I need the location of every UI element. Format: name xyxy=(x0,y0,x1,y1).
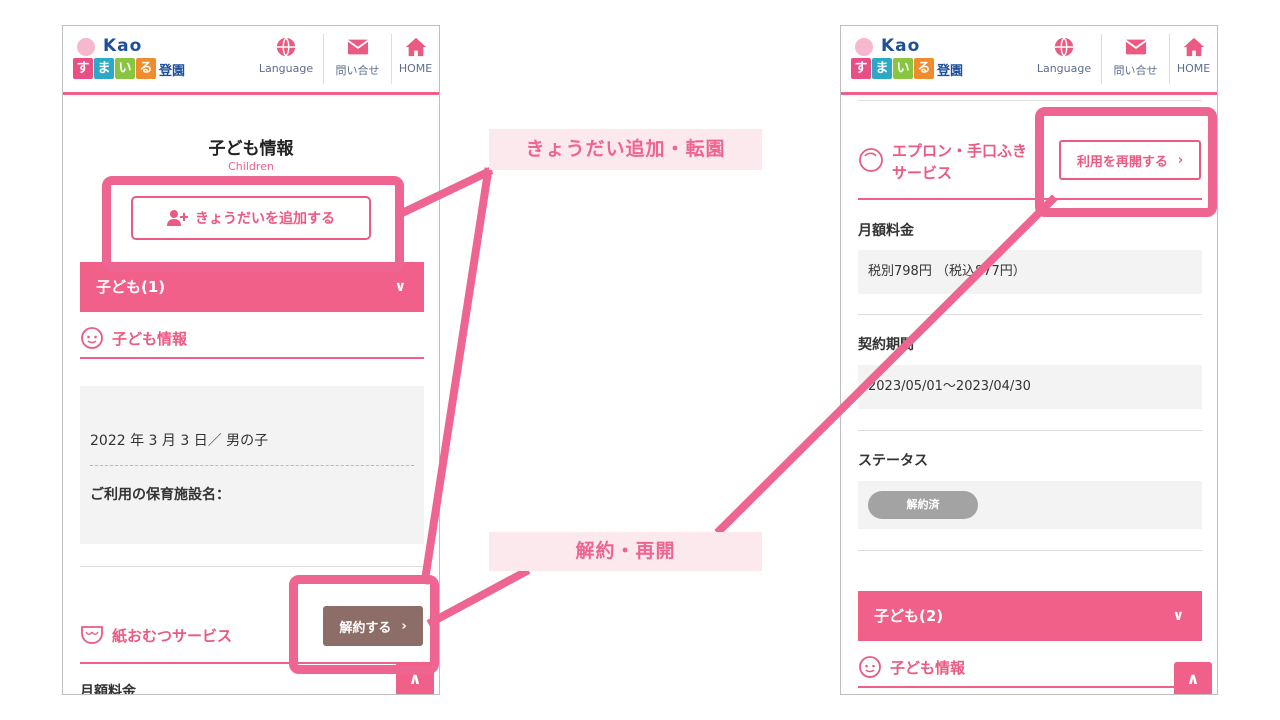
divider xyxy=(858,100,1202,101)
facility-label: ご利用の保育施設名： xyxy=(90,487,230,503)
child-details-box: 2022 年 3 月 3 日／ 男の子 ご利用の保育施設名： xyxy=(80,386,424,544)
globe-icon xyxy=(1054,37,1074,57)
nav-contact[interactable]: 問い合せ xyxy=(1101,34,1169,84)
logo-block: い xyxy=(893,58,913,79)
resume-service-button[interactable]: 利用を再開する › xyxy=(1059,140,1201,180)
logo-block: る xyxy=(914,58,934,79)
status-label: ステータス xyxy=(858,453,928,469)
contract-period-value: 2023/05/01～2023/04/30 xyxy=(858,365,1202,409)
logo-kao: Kao xyxy=(103,36,143,56)
cancel-contract-label: 解約する xyxy=(339,620,392,636)
add-user-icon xyxy=(167,210,188,226)
logo-block: い xyxy=(115,58,135,79)
child-info-heading-label: 子ども情報 xyxy=(112,329,188,348)
divider xyxy=(858,550,1202,551)
header-nav: Language 問い合せ HOME xyxy=(249,34,439,84)
left-phone-screen: Kao す ま い る 登園 Language 問い合せ HOME 子ども情報 … xyxy=(62,25,440,695)
bunny-icon xyxy=(855,38,873,56)
logo-blocks: す ま い る xyxy=(851,58,934,79)
nav-label: HOME xyxy=(1176,62,1211,75)
app-header: Kao す ま い る 登園 Language 問い合せ HOME xyxy=(63,26,439,95)
page-subtitle: Children xyxy=(228,160,274,173)
monthly-fee-label: 月額料金 xyxy=(80,684,136,695)
resume-service-label: 利用を再開する xyxy=(1076,154,1168,170)
contract-period-label: 契約期間 xyxy=(858,337,914,353)
logo-kao: Kao xyxy=(881,36,921,56)
nav-label: 問い合せ xyxy=(1113,64,1158,77)
logo-block: す xyxy=(73,58,93,79)
baby-face-icon xyxy=(859,656,881,678)
cancel-contract-button[interactable]: 解約する › xyxy=(323,606,423,646)
status-badge: 解約済 xyxy=(868,491,978,519)
monthly-fee-label: 月額料金 xyxy=(858,223,914,239)
divider xyxy=(90,465,414,466)
nav-label: Language xyxy=(1036,62,1092,75)
divider xyxy=(858,430,1202,431)
nav-label: HOME xyxy=(398,62,433,75)
scroll-top-button[interactable]: ∧ xyxy=(396,662,434,694)
child-info-heading: 子ども情報 xyxy=(858,648,1202,688)
add-sibling-label: きょうだいを追加する xyxy=(195,211,335,227)
child-info-heading: 子ども情報 xyxy=(80,319,424,359)
brand-logo[interactable]: Kao す ま い る 登園 xyxy=(73,36,203,86)
nav-contact[interactable]: 問い合せ xyxy=(323,34,391,84)
nav-language[interactable]: Language xyxy=(249,34,323,84)
logo-block: す xyxy=(851,58,871,79)
child-accordion-label: 子ども(2) xyxy=(874,607,944,625)
page-title: 子ども情報 xyxy=(208,139,294,159)
add-sibling-button[interactable]: きょうだいを追加する xyxy=(131,196,371,240)
logo-block: ま xyxy=(94,58,114,79)
callout-cancel-resume: 解約・再開 xyxy=(489,532,762,571)
mail-icon xyxy=(346,39,369,55)
chevron-down-icon: ∨ xyxy=(1172,608,1184,624)
scroll-top-button[interactable]: ∧ xyxy=(1174,662,1212,694)
chevron-right-icon: › xyxy=(401,618,407,634)
nav-label: 問い合せ xyxy=(335,64,380,77)
section-divider xyxy=(858,198,1202,200)
nav-language[interactable]: Language xyxy=(1027,34,1101,84)
divider xyxy=(858,314,1202,315)
nav-label: Language xyxy=(258,62,314,75)
right-phone-screen: Kao す ま い る 登園 Language 問い合せ HOME エプロン・手… xyxy=(840,25,1218,695)
app-header: Kao す ま い る 登園 Language 問い合せ HOME xyxy=(841,26,1217,95)
logo-blocks: す ま い る xyxy=(73,58,156,79)
brand-logo[interactable]: Kao す ま い る 登園 xyxy=(851,36,981,86)
apron-icon xyxy=(859,148,883,172)
apron-service-name: エプロン・手口ふき サービス xyxy=(892,140,1062,184)
child-accordion-label: 子ども(1) xyxy=(96,278,166,296)
divider xyxy=(80,566,424,567)
diaper-service-label: 紙おむつサービス xyxy=(112,626,233,645)
globe-icon xyxy=(276,37,296,57)
chevron-down-icon: ∨ xyxy=(394,279,406,295)
monthly-fee-value: 税別798円 （税込877円） xyxy=(858,250,1202,294)
home-icon xyxy=(405,37,426,57)
service-name-line2: サービス xyxy=(892,164,953,182)
chevron-up-icon: ∧ xyxy=(1186,669,1200,688)
diaper-icon xyxy=(81,626,103,644)
service-name-line1: エプロン・手口ふき xyxy=(892,142,1028,160)
birth-gender-text: 2022 年 3 月 3 日／ 男の子 xyxy=(90,433,269,449)
status-box: 解約済 xyxy=(858,481,1202,529)
logo-block: ま xyxy=(872,58,892,79)
header-nav: Language 問い合せ HOME xyxy=(1027,34,1217,84)
baby-face-icon xyxy=(81,327,103,349)
home-icon xyxy=(1183,37,1204,57)
nav-home[interactable]: HOME xyxy=(391,34,439,84)
logo-tail: 登園 xyxy=(937,64,964,79)
chevron-up-icon: ∧ xyxy=(408,669,422,688)
logo-block: る xyxy=(136,58,156,79)
bunny-icon xyxy=(77,38,95,56)
mail-icon xyxy=(1124,39,1147,55)
child-accordion-2[interactable]: 子ども(2) ∨ xyxy=(858,591,1202,641)
child-info-heading-label: 子ども情報 xyxy=(890,658,966,677)
logo-tail: 登園 xyxy=(159,64,186,79)
child-accordion-1[interactable]: 子ども(1) ∨ xyxy=(80,262,424,312)
callout-sibling-transfer: きょうだい追加・転園 xyxy=(489,129,762,170)
chevron-right-icon: › xyxy=(1177,152,1184,168)
nav-home[interactable]: HOME xyxy=(1169,34,1217,84)
